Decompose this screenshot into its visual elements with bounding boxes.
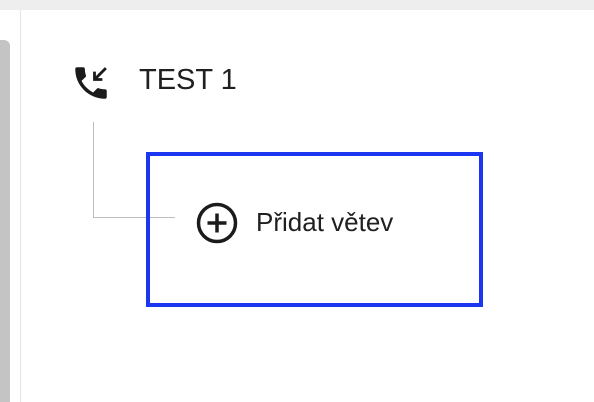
panel-divider (20, 10, 21, 402)
incoming-call-icon (70, 62, 112, 104)
add-branch-button[interactable]: Přidat větev (146, 152, 483, 307)
tree-connector-vertical (93, 122, 94, 218)
add-branch-label: Přidat větev (256, 207, 394, 237)
left-panel-scrollbar[interactable] (0, 40, 10, 402)
top-strip (0, 0, 594, 10)
node-title: TEST 1 (139, 64, 237, 96)
plus-circle-icon (195, 201, 239, 245)
